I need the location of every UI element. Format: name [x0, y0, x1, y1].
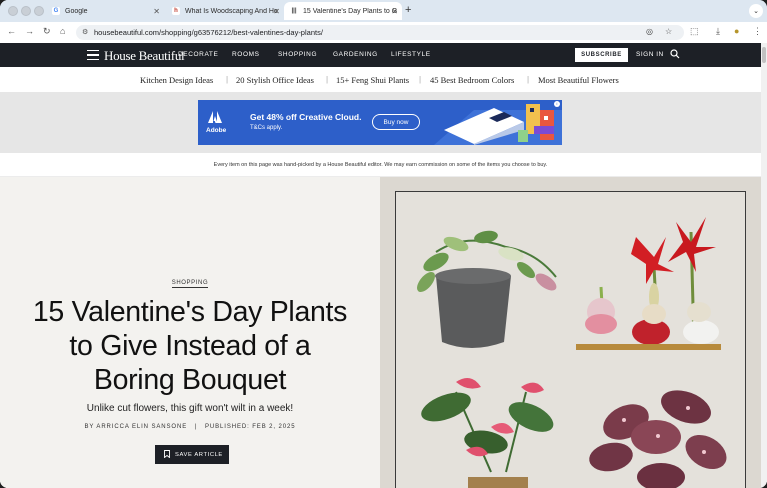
buy-now-button[interactable]: Buy now	[372, 114, 420, 130]
section-kicker[interactable]: SHOPPING	[0, 280, 380, 288]
sign-in-link[interactable]: SIGN IN	[636, 51, 664, 58]
article-headline: 15 Valentine's Day Plants to Give Instea…	[32, 296, 348, 396]
trending-link[interactable]: 45 Best Bedroom Colors	[430, 75, 514, 85]
bookmark-icon	[164, 450, 170, 458]
anthurium-plant-image	[421, 378, 554, 488]
separator: |	[326, 75, 329, 84]
hero-image-frame	[395, 191, 746, 488]
separator: |	[419, 75, 422, 84]
extensions-icon[interactable]: ⬚	[690, 26, 699, 37]
tab-google[interactable]: G Google ✕	[46, 2, 164, 20]
tab-search-chevron-icon[interactable]: ⌄	[749, 4, 763, 18]
pothos-plant-image	[417, 230, 557, 348]
google-favicon-icon: G	[52, 7, 60, 15]
eye-off-icon[interactable]: ◎	[646, 27, 653, 36]
more-menu-icon[interactable]: ⋮	[753, 26, 762, 37]
hero-image	[380, 177, 761, 488]
profile-avatar-icon[interactable]: ●	[734, 26, 739, 36]
browser-window: G Google ✕ h What Is Woodscaping And Ho …	[0, 0, 767, 488]
adobe-wordmark: Adobe	[206, 127, 227, 134]
maximize-window-button[interactable]	[34, 6, 44, 16]
byline-separator: |	[189, 424, 203, 430]
save-article-button[interactable]: SAVE ARTICLE	[155, 445, 229, 464]
reload-icon[interactable]: ↻	[43, 26, 51, 37]
trending-link[interactable]: 20 Stylish Office Ideas	[236, 75, 314, 85]
back-arrow-icon[interactable]: ←	[7, 26, 16, 36]
minimize-window-button[interactable]	[21, 6, 31, 16]
forward-arrow-icon[interactable]: →	[25, 26, 34, 36]
home-icon[interactable]: ⌂	[60, 26, 65, 36]
url-text: housebeautiful.com/shopping/g63576212/be…	[94, 28, 323, 37]
site-navbar: House Beautiful DECORATE ROOMS SHOPPING …	[0, 43, 767, 67]
separator: |	[527, 75, 530, 84]
nav-decorate[interactable]: DECORATE	[178, 51, 218, 58]
housebeautiful-favicon-icon: |||	[291, 8, 297, 14]
close-tab-icon[interactable]: ✕	[153, 7, 160, 16]
trending-link[interactable]: Most Beautiful Flowers	[538, 75, 619, 85]
article-hero-text: SHOPPING 15 Valentine's Day Plants to Gi…	[0, 177, 380, 488]
page-scrollbar[interactable]	[761, 43, 767, 488]
ad-band: Adobe Get 48% off Creative Cloud. T&Cs a…	[0, 93, 761, 153]
trending-link[interactable]: Kitchen Design Ideas	[140, 75, 213, 85]
article-dek: Unlike cut flowers, this gift won't wilt…	[86, 403, 294, 414]
article-favicon-icon: h	[172, 7, 180, 15]
menu-hamburger-icon[interactable]	[87, 50, 99, 60]
tab-strip: G Google ✕ h What Is Woodscaping And Ho …	[0, 0, 767, 22]
download-icon[interactable]: ⤓	[716, 26, 720, 37]
new-tab-icon[interactable]: +	[405, 4, 411, 16]
trending-links-bar: Kitchen Design Ideas | 20 Stylish Office…	[0, 67, 761, 93]
browser-toolbar: ← → ↻ ⌂ ⚙ housebeautiful.com/shopping/g6…	[0, 22, 767, 43]
valentines-plants-photo	[417, 217, 727, 488]
address-bar[interactable]: ⚙ housebeautiful.com/shopping/g63576212/…	[76, 25, 684, 40]
nav-shopping[interactable]: SHOPPING	[278, 51, 317, 58]
save-article-label: SAVE ARTICLE	[175, 451, 223, 458]
polka-dot-plant-image	[589, 390, 727, 488]
search-icon[interactable]	[670, 49, 680, 59]
close-window-button[interactable]	[8, 6, 18, 16]
tab-valentines-plants[interactable]: ||| 15 Valentine's Day Plants to G ✕	[284, 2, 402, 20]
tab-title: Google	[65, 7, 88, 15]
article-byline: BY ARRICCA ELIN SANSONE | PUBLISHED: FEB…	[0, 424, 380, 430]
web-page: House Beautiful DECORATE ROOMS SHOPPING …	[0, 43, 767, 488]
tab-title: 15 Valentine's Day Plants to G	[303, 7, 398, 15]
ad-terms: T&Cs apply.	[250, 125, 283, 131]
author-byline[interactable]: BY ARRICCA ELIN SANSONE	[84, 424, 187, 430]
ad-info-icon[interactable]: i	[554, 101, 560, 107]
affiliate-disclaimer: Every item on this page was hand-picked …	[0, 153, 761, 177]
published-date: PUBLISHED: FEB 2, 2025	[205, 424, 296, 430]
ad-isometric-illustration	[434, 104, 562, 145]
amaryllis-bulbs-image	[576, 217, 721, 350]
site-info-icon[interactable]: ⚙	[82, 28, 88, 36]
ad-headline: Get 48% off Creative Cloud.	[250, 112, 362, 122]
nav-rooms[interactable]: ROOMS	[232, 51, 260, 58]
scrollbar-thumb[interactable]	[762, 47, 766, 63]
tab-woodscaping[interactable]: h What Is Woodscaping And Ho ✕	[166, 2, 284, 20]
separator: |	[226, 75, 229, 84]
nav-lifestyle[interactable]: LIFESTYLE	[391, 51, 431, 58]
adobe-logo-block: Adobe	[198, 100, 234, 145]
close-tab-icon[interactable]: ✕	[391, 7, 398, 16]
tab-title: What Is Woodscaping And Ho	[185, 7, 278, 15]
trending-link[interactable]: 15+ Feng Shui Plants	[336, 75, 409, 85]
subscribe-button[interactable]: SUBSCRIBE	[575, 48, 628, 62]
star-bookmark-icon[interactable]: ☆	[665, 27, 672, 36]
nav-gardening[interactable]: GARDENING	[333, 51, 378, 58]
close-tab-icon[interactable]: ✕	[273, 7, 280, 16]
adobe-ad-banner[interactable]: Adobe Get 48% off Creative Cloud. T&Cs a…	[198, 100, 562, 145]
adobe-logo-icon	[208, 111, 222, 123]
site-logo[interactable]: House Beautiful	[104, 48, 185, 64]
